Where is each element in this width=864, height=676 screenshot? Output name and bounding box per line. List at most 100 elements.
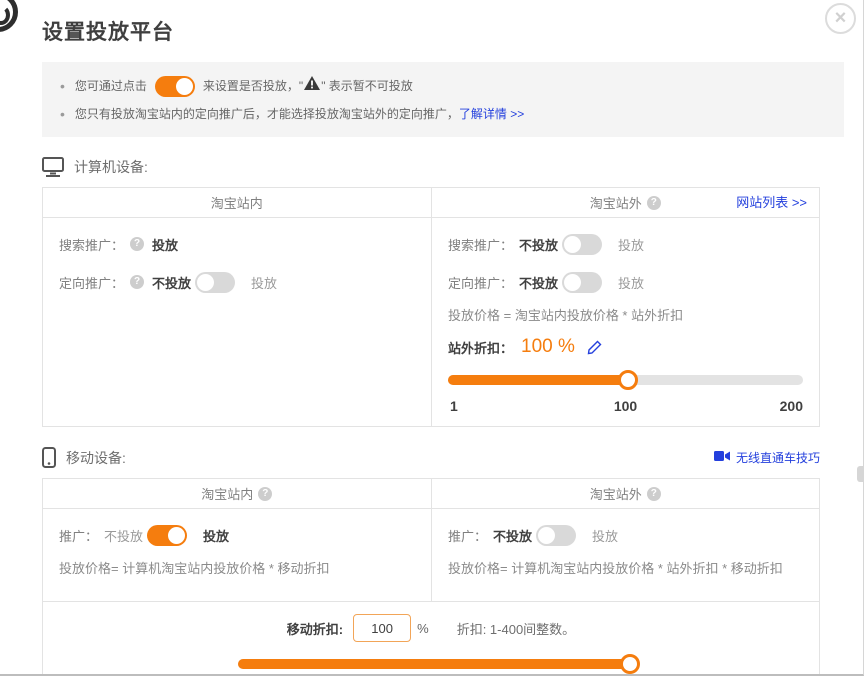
off-state-label: 不投放 [152,273,191,292]
promo-label: 推广： [448,526,487,545]
toggle-knob [564,236,581,253]
offsite-discount-value: 100 % [521,336,575,358]
mobile-offsite-header-cell: 淘宝站外 [431,479,820,508]
toggle-knob [564,274,581,291]
computer-section-header: 计算机设备: [42,157,820,177]
bullet-icon: • [60,103,65,125]
notice-box: • 您可通过点击 来设置是否投放，" " 表示暂不可投放 • 您只有投放淘宝站内… [42,62,844,137]
offsite-discount-label: 站外折扣： [448,338,513,357]
computer-onsite-cell: 搜索推广： 投放 定向推广： 不投放 投放 [43,218,431,426]
off-state-label: 不投放 [104,526,143,545]
discount-range-hint: 折扣: 1-400间整数。 [457,619,575,638]
off-state-label: 不投放 [519,235,558,254]
example-toggle[interactable] [155,76,195,97]
edit-pencil-icon[interactable] [587,340,602,355]
mobile-onsite-promo-toggle[interactable] [147,525,187,546]
slider-handle[interactable] [618,370,638,390]
computer-table-body: 搜索推广： 投放 定向推广： 不投放 投放 搜索推广： [43,218,819,426]
video-camera-icon [714,450,731,465]
mobile-table-header: 淘宝站内 淘宝站外 [43,479,819,509]
toggle-knob [176,78,193,95]
warning-triangle-icon [304,75,320,97]
smartphone-icon [42,447,56,468]
mobile-onsite-header-label: 淘宝站内 [201,484,253,503]
wireless-tips-link[interactable]: 无线直通车技巧 [736,449,820,466]
help-icon[interactable] [258,487,272,501]
computer-offsite-target-row: 定向推广： 不投放 投放 [448,270,803,294]
mobile-onsite-header-cell: 淘宝站内 [43,479,431,508]
on-state-label: 投放 [251,273,277,292]
computer-onsite-target-row: 定向推广： 不投放 投放 [59,270,415,294]
help-icon[interactable] [130,237,144,251]
mobile-onsite-cell: 推广： 不投放 投放 投放价格= 计算机淘宝站内投放价格 * 移动折扣 [43,509,431,601]
scrollbar-fragment [857,466,863,482]
notice-text: " 表示暂不可投放 [321,75,413,97]
site-list-link[interactable]: 网站列表 >> [736,188,807,218]
help-icon[interactable] [647,196,661,210]
notice-text: 您只有投放淘宝站内的定向推广后，才能选择投放淘宝站外的定向推广， [75,103,459,125]
computer-offsite-header-label: 淘宝站外 [590,193,642,212]
targeted-promo-label: 定向推广： [59,273,124,292]
toggle-knob [197,274,214,291]
offsite-discount-slider[interactable] [448,370,803,390]
desktop-computer-icon [42,157,64,177]
mobile-discount-input[interactable] [353,614,411,642]
mobile-offsite-cell: 推广： 不投放 投放 投放价格= 计算机淘宝站内投放价格 * 站外折扣 * 移动… [431,509,819,601]
computer-offsite-search-row: 搜索推广： 不投放 投放 [448,232,803,256]
slider-handle[interactable] [620,654,640,674]
page-title: 设置投放平台 [42,16,863,46]
computer-onsite-header-cell: 淘宝站内 [43,188,431,217]
learn-more-link[interactable]: 了解详情 >> [459,103,524,125]
on-state-label: 投放 [592,526,618,545]
tick-label: 100 [614,398,637,414]
computer-table: 淘宝站内 淘宝站外 网站列表 >> 搜索推广： 投放 [42,187,820,427]
computer-onsite-target-toggle[interactable] [195,272,235,293]
off-state-label: 不投放 [519,273,558,292]
mobile-discount-slider[interactable] [238,654,638,674]
on-state-label: 投放 [618,235,644,254]
computer-offsite-target-toggle[interactable] [562,272,602,293]
close-icon[interactable]: × [825,3,856,34]
mobile-discount-label: 移动折扣: [287,619,343,638]
mobile-discount-row: 移动折扣: % 折扣: 1-400间整数。 [43,614,819,642]
computer-onsite-header-label: 淘宝站内 [211,193,263,212]
offsite-price-formula: 投放价格 = 淘宝站内投放价格 * 站外折扣 [448,308,803,324]
promo-label: 推广： [59,526,98,545]
help-icon[interactable] [647,487,661,501]
notice-text: 您可通过点击 [75,75,147,97]
computer-onsite-search-row: 搜索推广： 投放 [59,232,415,256]
computer-table-header: 淘宝站内 淘宝站外 网站列表 >> [43,188,819,218]
computer-section-label: 计算机设备: [74,157,148,177]
computer-offsite-cell: 搜索推广： 不投放 投放 定向推广： 不投放 投放 投放价格 = 淘宝站内投放价… [431,218,819,426]
search-promo-status: 投放 [152,235,178,254]
on-state-label: 投放 [618,273,644,292]
computer-offsite-header-cell: 淘宝站外 网站列表 >> [431,188,820,217]
notice-text: 来设置是否投放，" [203,75,303,97]
tick-label: 200 [780,398,803,414]
help-icon[interactable] [130,275,144,289]
bullet-icon: • [60,75,65,97]
offsite-slider-ticks: 1 100 200 [448,398,803,414]
targeted-promo-label: 定向推广： [448,273,513,292]
mobile-offsite-promo-toggle[interactable] [536,525,576,546]
tick-label: 1 [450,398,458,414]
mobile-discount-band: 移动折扣: % 折扣: 1-400间整数。 1 200 400 [43,601,819,676]
computer-offsite-search-toggle[interactable] [562,234,602,255]
percent-unit: % [417,621,429,636]
offsite-discount-row: 站外折扣： 100 % [448,336,803,358]
set-platform-dialog: × 设置投放平台 • 您可通过点击 来设置是否投放，" " 表示暂不可投放 • … [0,0,864,676]
notice-line-1: • 您可通过点击 来设置是否投放，" " 表示暂不可投放 [60,75,826,97]
search-promo-label: 搜索推广： [59,235,124,254]
on-state-label: 投放 [203,526,229,545]
slider-fill [448,375,626,385]
search-promo-label: 搜索推广： [448,235,513,254]
mobile-offsite-header-label: 淘宝站外 [590,484,642,503]
off-state-label: 不投放 [493,526,532,545]
mobile-onsite-promo-row: 推广： 不投放 投放 [59,523,415,547]
notice-line-2: • 您只有投放淘宝站内的定向推广后，才能选择投放淘宝站外的定向推广， 了解详情 … [60,103,826,125]
toggle-knob [168,527,185,544]
mobile-section-label: 移动设备: [66,448,126,468]
mobile-offsite-price-formula: 投放价格= 计算机淘宝站内投放价格 * 站外折扣 * 移动折扣 [448,561,803,577]
toggle-knob [538,527,555,544]
slider-fill [238,659,638,669]
